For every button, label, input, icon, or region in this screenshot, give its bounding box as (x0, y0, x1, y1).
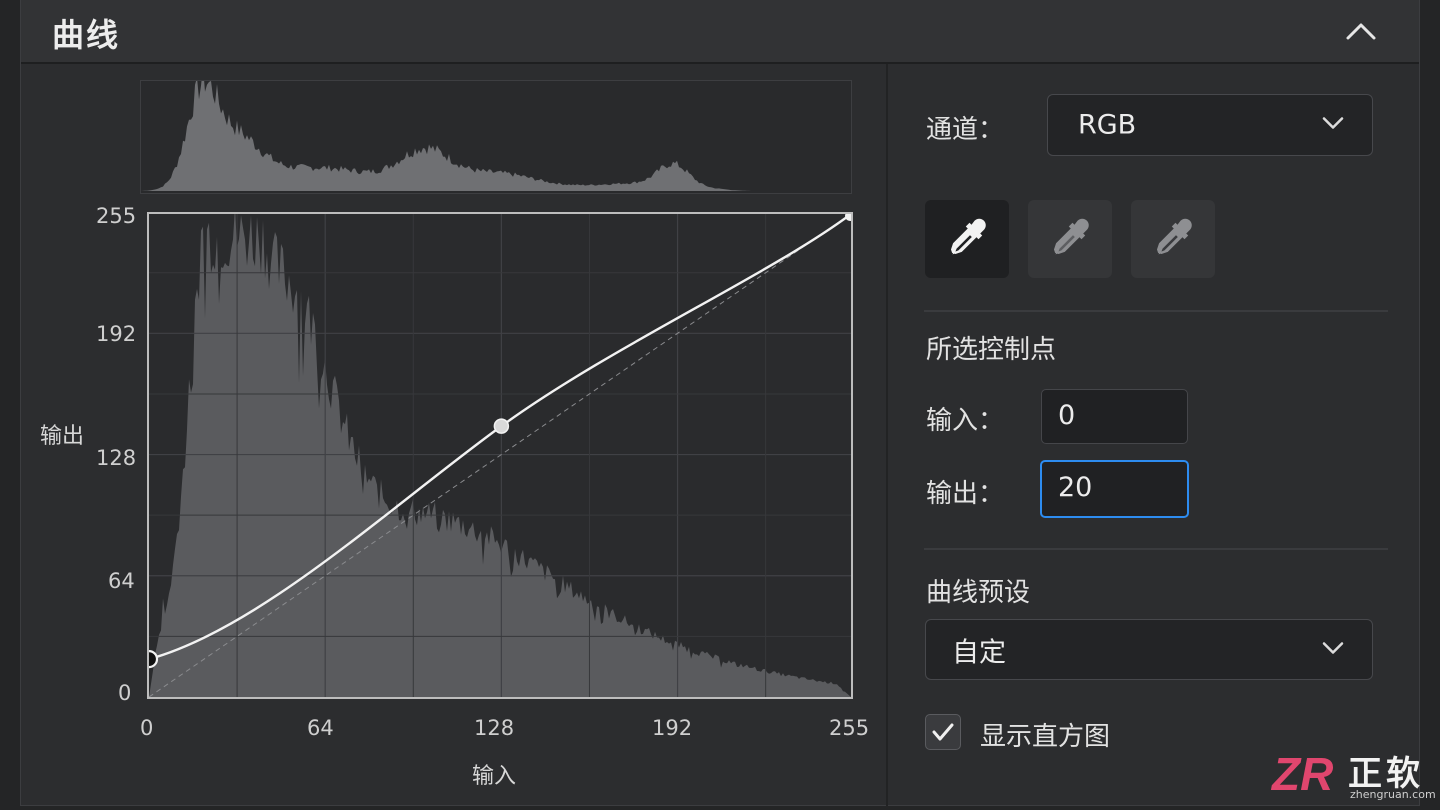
x-tick-255: 255 (829, 716, 870, 740)
checkmark-icon (932, 723, 954, 741)
gray-point-eyedropper-button[interactable] (1028, 200, 1112, 278)
show-histogram-checkbox[interactable] (925, 714, 961, 750)
control-point[interactable] (845, 211, 855, 221)
y-tick-0: 0 (118, 681, 132, 705)
preset-value: 自定 (952, 637, 1006, 668)
x-tick-128: 128 (474, 716, 515, 740)
preset-label: 曲线预设 (926, 578, 1031, 608)
section-divider (924, 310, 1388, 312)
output-value-field[interactable]: 20 (1040, 460, 1189, 518)
zr-logo: ZR 正软 zhengruan.com (1270, 746, 1440, 806)
curve-canvas[interactable] (139, 207, 855, 698)
chevron-up-icon (1346, 23, 1376, 40)
collapse-button[interactable] (1343, 16, 1379, 46)
logo-mark-text: ZR (1270, 748, 1333, 800)
chevron-down-icon (1322, 116, 1344, 135)
x-tick-0: 0 (140, 716, 154, 740)
control-point-selected[interactable] (139, 650, 159, 669)
x-tick-64: 64 (307, 716, 334, 740)
curve-graph[interactable] (139, 207, 855, 699)
y-axis-label: 输出 (40, 424, 85, 449)
input-label: 输入： (926, 406, 1005, 436)
y-tick-255: 255 (96, 204, 137, 228)
preset-select[interactable]: 自定 (925, 619, 1373, 680)
channel-label: 通道： (926, 115, 1005, 145)
channel-select[interactable]: RGB (1047, 94, 1373, 156)
x-axis-label: 输入 (472, 764, 517, 789)
channel-value: RGB (1078, 109, 1137, 141)
selected-point-heading: 所选控制点 (926, 335, 1057, 365)
panel-header[interactable]: 曲线 (21, 0, 1419, 64)
section-divider (924, 548, 1388, 550)
histogram-overview-chart (141, 66, 851, 191)
chevron-down-icon (1322, 640, 1344, 659)
output-label: 输出： (926, 479, 1005, 509)
y-tick-192: 192 (96, 322, 137, 346)
input-value-field[interactable]: 0 (1041, 389, 1188, 444)
column-divider (886, 64, 888, 806)
control-point[interactable] (493, 418, 510, 434)
white-point-eyedropper-button[interactable] (1131, 200, 1215, 278)
black-point-eyedropper-button[interactable] (925, 200, 1009, 278)
panel-title: 曲线 (52, 16, 121, 54)
eyedropper-black-icon (950, 218, 986, 255)
show-histogram-label: 显示直方图 (980, 722, 1111, 752)
histogram-overview-area (141, 66, 851, 191)
y-tick-64: 64 (108, 569, 135, 593)
y-tick-128: 128 (96, 446, 137, 470)
eyedropper-gray-icon (1053, 218, 1089, 255)
logo-subtext: zhengruan.com (1350, 788, 1436, 801)
eyedropper-white-icon (1156, 218, 1192, 255)
x-tick-192: 192 (652, 716, 693, 740)
histogram-overview (140, 66, 852, 194)
